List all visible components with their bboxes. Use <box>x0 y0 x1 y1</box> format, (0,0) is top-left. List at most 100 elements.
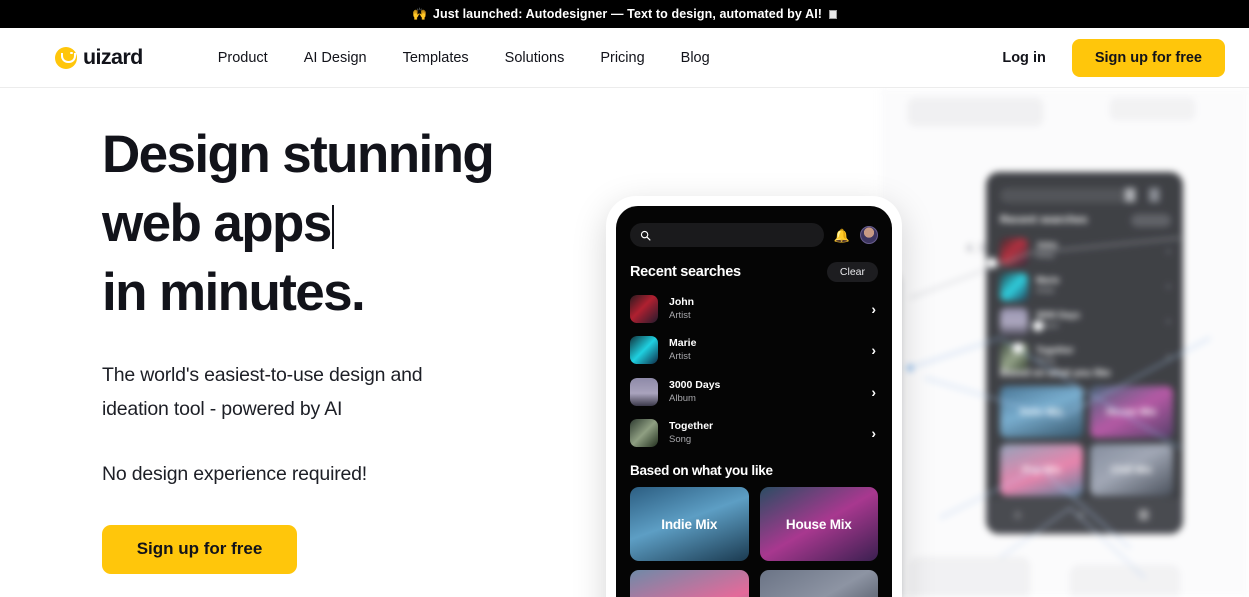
login-link[interactable]: Log in <box>1002 50 1046 66</box>
canvas-phone-section-title: Recent searches <box>1000 214 1088 226</box>
page-title: Design stunning web apps in minutes. <box>102 120 572 327</box>
list-item-thumbnail <box>630 294 658 323</box>
canvas-tile: Indie Mix <box>1000 386 1083 438</box>
mix-tile-house[interactable]: House Mix <box>759 487 878 561</box>
site-header: uizard Product AI Design Templates Solut… <box>0 28 1249 88</box>
list-item-subtitle: Album <box>669 392 696 404</box>
list-item[interactable]: John Artist › <box>630 288 878 330</box>
list-item-thumbnail <box>630 336 658 365</box>
search-icon <box>640 230 651 241</box>
clear-button[interactable]: Clear <box>826 262 878 282</box>
missing-glyph-icon <box>829 9 838 19</box>
phone-mockup: 🔔 Recent searches Clear John Artist › Ma… <box>606 196 902 597</box>
mix-tile-pop[interactable]: Pop Mix <box>630 570 749 597</box>
canvas-tile-label: Chill Mix <box>1110 464 1153 476</box>
canvas-phone-mockup: Recent searches John Artist › Marie Arti… <box>986 172 1183 534</box>
uizard-logo[interactable]: uizard <box>55 45 143 70</box>
phone-mix-grid: Indie Mix House Mix Pop Mix Chill Mix <box>630 487 878 597</box>
avatar[interactable] <box>860 226 878 244</box>
canvas-row: John Artist › <box>1000 238 1170 269</box>
list-item[interactable]: 3000 Days Album › <box>630 371 878 413</box>
list-item-thumbnail <box>630 377 658 406</box>
book-icon: ▥ <box>1138 507 1150 521</box>
hero-secondary-text: No design experience required! <box>102 463 368 485</box>
canvas-phone-navbar: ⌂ ⌕ ▥ <box>986 498 1183 534</box>
canvas-row-subtitle: Song <box>1036 356 1055 365</box>
list-item-texts: Marie Artist <box>669 337 871 363</box>
uizard-logo-text: uizard <box>83 45 143 69</box>
chevron-right-icon[interactable]: › <box>871 426 876 440</box>
nav-item-product[interactable]: Product <box>218 50 268 66</box>
canvas-card-bottom-left <box>910 557 1030 597</box>
chevron-right-icon[interactable]: › <box>871 385 876 399</box>
hero-section: 4. Search Recent searches John Artist › … <box>0 88 1249 597</box>
list-item[interactable]: Together Song › <box>630 413 878 455</box>
mix-tile-indie[interactable]: Indie Mix <box>630 487 749 561</box>
list-item[interactable]: Marie Artist › <box>630 330 878 372</box>
chevron-right-icon: › <box>1166 351 1170 362</box>
phone-recent-list: John Artist › Marie Artist › 3000 Days A… <box>630 288 878 454</box>
nav-item-solutions[interactable]: Solutions <box>505 50 565 66</box>
mix-tile-label: House Mix <box>785 516 852 532</box>
canvas-tile: House Mix <box>1090 386 1173 438</box>
list-item-title: Marie <box>669 337 697 350</box>
list-item-subtitle: Artist <box>669 309 691 321</box>
mix-tile-chill[interactable]: Chill Mix <box>759 570 878 597</box>
canvas-phone-search <box>1000 188 1130 203</box>
hero-title-line-2: web apps <box>102 194 332 253</box>
chevron-right-icon[interactable]: › <box>871 343 876 357</box>
list-item-texts: Together Song <box>669 420 871 446</box>
hero-signup-button[interactable]: Sign up for free <box>102 524 297 574</box>
list-item-title: John <box>669 295 695 308</box>
list-item-texts: 3000 Days Album <box>669 379 871 405</box>
list-item-title: 3000 Days <box>669 378 721 391</box>
phone-screen: 🔔 Recent searches Clear John Artist › Ma… <box>616 206 892 597</box>
canvas-row-title: John <box>1036 240 1058 250</box>
canvas-card-top-left <box>908 98 1043 126</box>
canvas-row-subtitle: Artist <box>1036 251 1055 260</box>
nav-item-templates[interactable]: Templates <box>403 50 469 66</box>
announcement-text: Just launched: Autodesigner — Text to de… <box>432 7 823 21</box>
canvas-row-subtitle: Album <box>1036 321 1059 330</box>
chevron-right-icon: › <box>1166 281 1170 292</box>
typing-cursor <box>331 205 334 249</box>
home-icon: ⌂ <box>1014 507 1022 521</box>
list-item-title: Together <box>669 420 714 433</box>
nav-item-pricing[interactable]: Pricing <box>600 50 644 66</box>
header-signup-button[interactable]: Sign up for free <box>1071 38 1225 77</box>
hero-subtitle-line-2: ideation tool - powered by AI <box>102 397 343 420</box>
canvas-tile-label: Indie Mix <box>1020 406 1063 418</box>
raised-hands-icon: 🙌 <box>411 7 427 21</box>
nav-item-blog[interactable]: Blog <box>681 50 710 66</box>
canvas-tile: Chill Mix <box>1090 444 1173 496</box>
canvas-phone-section2-title: Based on what you like <box>1000 368 1111 379</box>
hero-subtitle: The world's easiest-to-use design and id… <box>102 359 572 426</box>
announcement-banner[interactable]: 🙌 Just launched: Autodesigner — Text to … <box>0 0 1249 28</box>
bell-icon[interactable]: 🔔 <box>834 229 850 242</box>
canvas-row-title: 3000 Days <box>1036 310 1081 320</box>
canvas-tile: Pop Mix <box>1000 444 1083 496</box>
phone-section2-title: Based on what you like <box>630 463 773 478</box>
nav-item-ai-design[interactable]: AI Design <box>304 50 367 66</box>
uizard-logo-mark-icon <box>55 46 77 69</box>
background-design-canvas: 4. Search Recent searches John Artist › … <box>880 88 1249 597</box>
canvas-tile-label: House Mix <box>1106 406 1157 418</box>
canvas-phone-topicons <box>1125 188 1173 202</box>
main-navigation: Product AI Design Templates Solutions Pr… <box>218 50 710 66</box>
canvas-row: Marie Artist › <box>1000 273 1170 304</box>
mix-tile-label: Indie Mix <box>661 516 718 532</box>
search-input[interactable] <box>630 223 824 247</box>
hero-subtitle-line-1: The world's easiest-to-use design and <box>102 364 423 386</box>
list-item-subtitle: Artist <box>669 351 691 363</box>
phone-topbar: 🔔 <box>630 223 878 247</box>
hero-title-line-3: in minutes. <box>102 263 366 322</box>
chevron-right-icon[interactable]: › <box>871 302 876 316</box>
header-actions: Log in Sign up for free <box>1002 38 1225 77</box>
list-item-texts: John Artist <box>669 296 871 322</box>
canvas-tile-label: Pop Mix <box>1022 464 1061 476</box>
canvas-card-bottom-right <box>1070 565 1180 597</box>
canvas-row-title: Together <box>1036 345 1074 355</box>
search-icon: ⌕ <box>1078 507 1085 521</box>
list-item-thumbnail <box>630 419 658 448</box>
list-item-subtitle: Song <box>669 434 692 446</box>
